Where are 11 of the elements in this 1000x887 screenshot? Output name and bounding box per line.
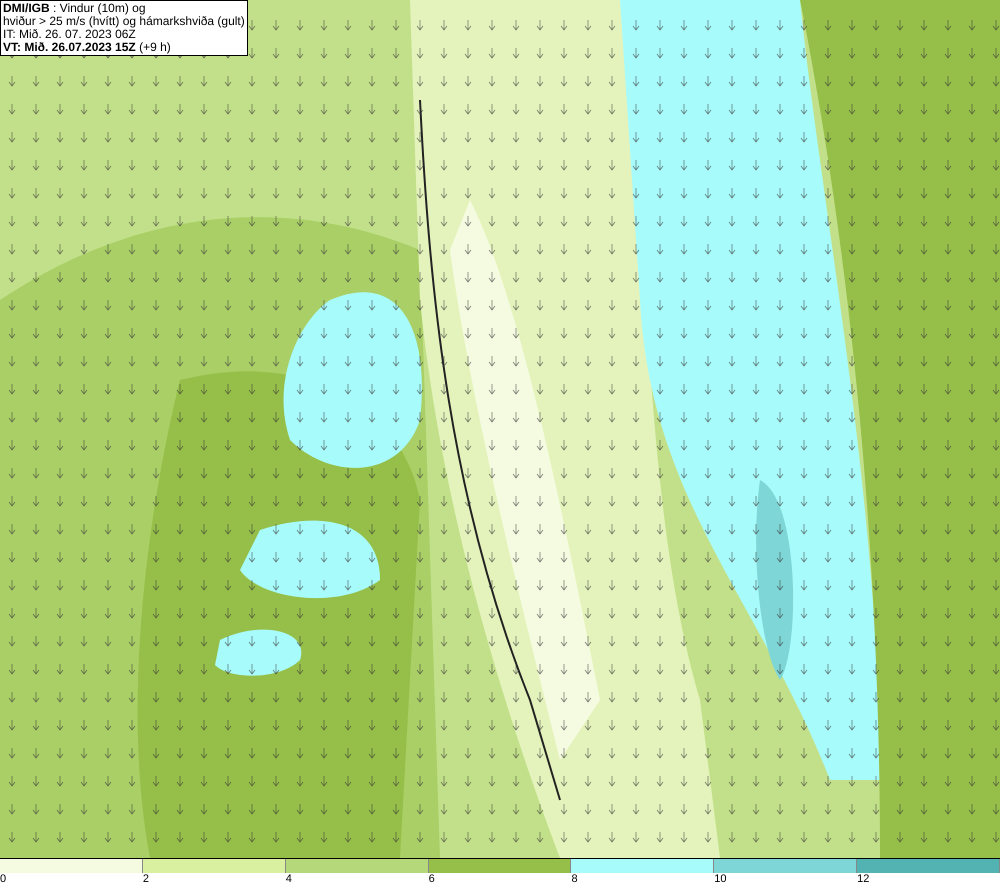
legend-label: 8 [571, 873, 578, 886]
legend-label: 12 [857, 873, 870, 886]
title-line: IT: Mið. 26. 07. 2023 06Z [3, 28, 137, 41]
legend-label: 6 [428, 873, 435, 886]
legend-label: 2 [142, 873, 149, 886]
title-line: VT: Mið. 26.07.2023 15Z (+9 h) [3, 41, 172, 54]
legend-label: 10 [714, 873, 727, 886]
legend-label: 4 [286, 873, 292, 886]
title-line: hviður > 25 m/s (hvítt) og hámarkshviða (gult) [3, 15, 245, 28]
title-line: DMI/IGB : Vindur (10m) og [3, 2, 146, 15]
legend-label: 0 [0, 873, 6, 886]
